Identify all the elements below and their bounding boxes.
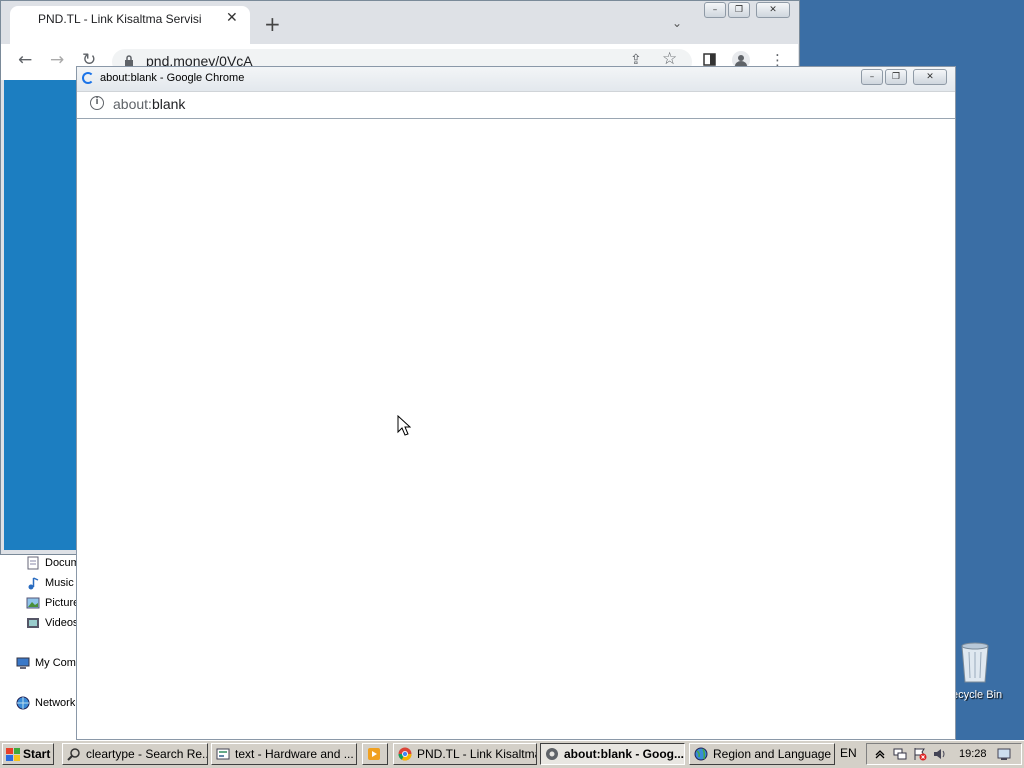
loading-spinner-icon [82, 72, 94, 84]
mouse-cursor-icon [397, 414, 412, 440]
document-icon [26, 556, 40, 570]
taskbar-button-label: PND.TL - Link Kisaltma... [417, 747, 536, 761]
clock[interactable]: 19:28 [959, 748, 987, 760]
nav-item-label: Videos [45, 617, 79, 629]
forward-arrow-icon[interactable]: → [50, 52, 64, 69]
taskbar-button-search[interactable]: cleartype - Search Re... [62, 743, 208, 765]
chrome-icon [545, 747, 559, 761]
popup-address-bar[interactable] [77, 91, 955, 119]
nav-item-pictures[interactable]: Picture [26, 594, 79, 612]
chrome-icon [398, 747, 412, 761]
recycle-bin-label[interactable]: ecycle Bin [952, 689, 1024, 701]
minimize-button[interactable]: – [704, 2, 726, 18]
taskbar-button-about-blank[interactable]: about:blank - Goog... [540, 743, 685, 765]
action-center-flag-icon[interactable] [913, 747, 927, 761]
tab-title: PND.TL - Link Kisaltma Servisi [38, 12, 202, 26]
url-scheme: about: [113, 96, 152, 112]
nav-item-my-computer[interactable]: My Comp [16, 654, 82, 672]
pictures-icon [26, 596, 40, 610]
nav-item-label: Picture [45, 597, 80, 609]
videos-icon [26, 616, 40, 630]
system-tray: 19:28 [866, 743, 1022, 765]
show-desktop-icon[interactable] [997, 747, 1011, 761]
nav-item-label: Network [35, 697, 76, 709]
music-icon [26, 576, 40, 590]
start-button[interactable]: Start [2, 743, 54, 765]
restore-button[interactable]: ❐ [728, 2, 750, 18]
network-icon [16, 696, 30, 710]
language-indicator[interactable]: EN [840, 746, 857, 760]
popup-chrome-window[interactable]: about:blank - Google Chrome – ❐ ✕ i abou… [76, 66, 956, 740]
taskbar-button-label: about:blank - Goog... [564, 747, 684, 761]
explorer-navigation-pane: Docum Music Picture Videos My Comp Netwo… [0, 548, 82, 740]
page-content-blue [4, 80, 80, 550]
popup-restore-button[interactable]: ❐ [885, 69, 907, 85]
nav-item-label: Docum [45, 557, 80, 569]
nav-item-videos[interactable]: Videos [26, 614, 78, 632]
nav-item-documents[interactable]: Docum [26, 554, 80, 572]
taskbar-button-label: text - Hardware and ... [235, 747, 354, 761]
show-hidden-icons-chevron-icon[interactable] [873, 747, 887, 761]
url-path: blank [151, 96, 186, 112]
recycle-bin-icon[interactable] [956, 638, 994, 684]
volume-icon[interactable] [933, 747, 947, 761]
tab-close-icon[interactable]: ✕ [226, 10, 238, 26]
computer-icon [16, 656, 30, 670]
info-icon[interactable]: i [90, 96, 104, 110]
control-panel-icon [216, 747, 230, 761]
start-label: Start [23, 747, 51, 761]
close-button[interactable]: ✕ [756, 2, 790, 18]
search-icon [67, 747, 81, 761]
popup-url[interactable]: about:blank [113, 96, 185, 112]
globe-icon [694, 747, 708, 761]
windows-flag-icon [6, 747, 20, 761]
nav-item-label: Music [45, 577, 74, 589]
tab-search-chevron-icon[interactable]: ⌄ [672, 16, 682, 30]
taskbar-button-media[interactable] [362, 743, 388, 765]
taskbar-button-hardware[interactable]: text - Hardware and ... [211, 743, 357, 765]
network-tray-icon[interactable] [893, 747, 907, 761]
back-arrow-icon[interactable]: ← [18, 52, 32, 69]
popup-close-button[interactable]: ✕ [913, 69, 947, 85]
nav-item-network[interactable]: Network [16, 694, 75, 712]
nav-item-label: My Comp [35, 657, 83, 669]
nav-item-music[interactable]: Music [26, 574, 74, 592]
popup-minimize-button[interactable]: – [861, 69, 883, 85]
media-player-icon [367, 747, 381, 761]
taskbar-button-label: cleartype - Search Re... [86, 747, 208, 761]
new-tab-icon[interactable]: + [264, 14, 281, 34]
taskbar-button-label: Region and Language [713, 747, 832, 761]
taskbar-button-pnd-tl[interactable]: PND.TL - Link Kisaltma... [393, 743, 537, 765]
taskbar-button-region[interactable]: Region and Language [689, 743, 835, 765]
popup-title: about:blank - Google Chrome [100, 72, 245, 84]
